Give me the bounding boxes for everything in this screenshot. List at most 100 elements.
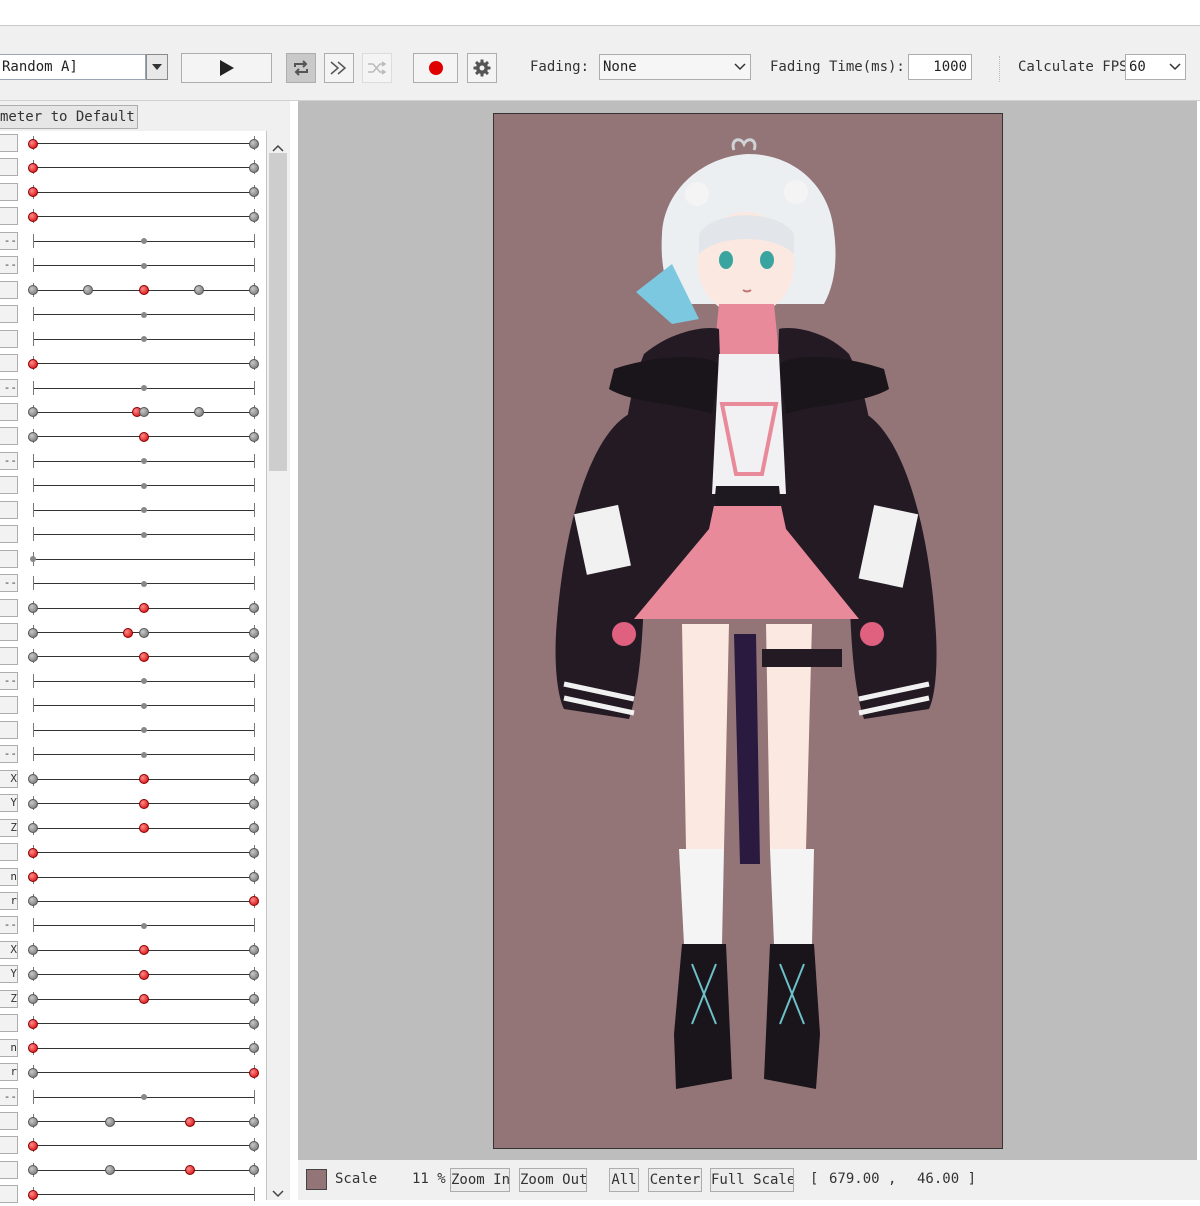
keyform-point[interactable] (28, 896, 38, 907)
keyform-point[interactable] (28, 1067, 38, 1078)
all-button[interactable]: All (609, 1168, 639, 1192)
parameter-name-button[interactable]: r (0, 1063, 18, 1082)
play-button[interactable] (181, 53, 272, 83)
parameter-name-button[interactable]: -- (0, 916, 18, 935)
parameter-name-button[interactable] (0, 207, 18, 226)
parameter-slider-handle[interactable] (28, 187, 38, 198)
parameter-slider-handle[interactable] (138, 774, 149, 785)
keyform-point[interactable] (249, 969, 259, 980)
parameter-slider-handle[interactable] (138, 969, 149, 980)
keyform-point[interactable] (28, 774, 38, 785)
skip-button[interactable] (324, 53, 354, 83)
motion-select[interactable]: Random A] (0, 54, 146, 80)
parameter-name-button[interactable] (0, 843, 18, 862)
parameter-name-button[interactable]: -- (0, 1087, 18, 1106)
keyform-point[interactable] (105, 1165, 116, 1176)
parameter-slider-track[interactable] (33, 191, 255, 193)
keyform-point[interactable] (193, 407, 204, 418)
parameter-name-button[interactable]: r (0, 891, 18, 910)
keyform-point[interactable] (28, 285, 38, 296)
parameter-name-button[interactable] (0, 182, 18, 201)
keyform-point[interactable] (249, 162, 259, 173)
keyform-point[interactable] (249, 1043, 259, 1054)
record-button[interactable] (413, 53, 458, 83)
zoom-out-button[interactable]: Zoom Out (519, 1168, 587, 1192)
parameter-slider-handle[interactable] (28, 1189, 38, 1200)
parameter-name-button[interactable] (0, 280, 18, 299)
parameter-slider-track[interactable] (33, 876, 255, 878)
parameter-slider-track[interactable] (33, 900, 255, 902)
parameter-name-button[interactable] (0, 696, 18, 715)
keyform-point[interactable] (249, 431, 259, 442)
keyform-point[interactable] (138, 407, 149, 418)
keyform-point[interactable] (249, 358, 259, 369)
parameter-name-button[interactable] (0, 525, 18, 544)
parameter-slider-track[interactable] (33, 1169, 255, 1171)
parameter-name-button[interactable]: X (0, 940, 18, 959)
parameter-name-button[interactable] (0, 1014, 18, 1033)
parameter-slider-handle[interactable] (138, 945, 149, 956)
keyform-point[interactable] (28, 798, 38, 809)
parameter-slider-track[interactable] (33, 143, 255, 144)
parameter-slider-track[interactable] (33, 1072, 255, 1074)
parameter-slider-handle[interactable] (123, 627, 134, 638)
parameter-name-button[interactable] (0, 476, 18, 495)
zoom-in-button[interactable]: Zoom In (450, 1168, 510, 1192)
keyform-point[interactable] (249, 1018, 259, 1029)
parameter-name-button[interactable]: n (0, 1038, 18, 1057)
parameter-slider-track[interactable] (33, 1145, 255, 1147)
keyform-point[interactable] (28, 823, 38, 834)
parameter-slider-handle[interactable] (28, 358, 38, 369)
keyform-point[interactable] (249, 872, 259, 882)
keyform-point[interactable] (249, 407, 259, 418)
parameter-name-button[interactable]: Z (0, 989, 18, 1008)
keyform-point[interactable] (249, 138, 259, 149)
loop-button[interactable] (286, 53, 316, 83)
parameter-name-button[interactable] (0, 1185, 18, 1204)
parameter-name-button[interactable]: Z (0, 818, 18, 837)
fading-time-input[interactable]: 1000 (908, 54, 972, 80)
keyform-point[interactable] (83, 285, 94, 296)
parameter-slider-handle[interactable] (138, 603, 149, 614)
fading-select[interactable]: None (599, 54, 751, 80)
parameter-name-button[interactable] (0, 329, 18, 348)
parameter-name-button[interactable]: -- (0, 256, 18, 275)
keyform-point[interactable] (249, 211, 259, 222)
parameter-name-button[interactable]: -- (0, 574, 18, 593)
chevron-down-icon[interactable] (272, 1183, 284, 1202)
parameter-slider-handle[interactable] (184, 1116, 195, 1127)
parameter-slider-track[interactable] (33, 1047, 255, 1049)
parameter-slider-handle[interactable] (138, 651, 149, 662)
keyform-point[interactable] (28, 994, 38, 1005)
parameter-slider-handle[interactable] (28, 1043, 38, 1054)
parameter-slider-handle[interactable] (138, 823, 149, 834)
parameter-slider-handle[interactable] (249, 896, 259, 907)
parameter-slider-track[interactable] (33, 216, 255, 218)
keyform-point[interactable] (249, 1165, 259, 1176)
keyform-point[interactable] (249, 627, 259, 638)
parameter-name-button[interactable] (0, 354, 18, 373)
fps-select[interactable]: 60 (1125, 54, 1186, 80)
parameter-name-button[interactable] (0, 158, 18, 177)
keyform-point[interactable] (249, 823, 259, 834)
parameter-name-button[interactable] (0, 598, 18, 617)
parameter-name-button[interactable]: -- (0, 231, 18, 250)
parameter-slider-handle[interactable] (28, 872, 38, 882)
parameter-name-button[interactable] (0, 305, 18, 324)
model-viewport[interactable] (298, 101, 1197, 1160)
parameter-name-button[interactable] (0, 623, 18, 641)
parameter-slider-track[interactable] (33, 852, 255, 854)
parameter-name-button[interactable] (0, 647, 18, 666)
parameter-name-button[interactable] (0, 1160, 18, 1179)
parameter-name-button[interactable] (0, 1112, 18, 1130)
parameter-scrollbar[interactable] (267, 131, 289, 1200)
model-canvas[interactable] (493, 113, 1003, 1149)
keyform-point[interactable] (249, 994, 259, 1005)
keyform-point[interactable] (28, 945, 38, 956)
parameter-name-button[interactable] (0, 549, 18, 568)
parameter-slider-handle[interactable] (184, 1165, 195, 1176)
keyform-point[interactable] (249, 651, 259, 662)
parameter-name-button[interactable] (0, 427, 18, 446)
reset-parameters-button[interactable]: meter to Default (0, 105, 138, 129)
keyform-point[interactable] (193, 285, 204, 296)
